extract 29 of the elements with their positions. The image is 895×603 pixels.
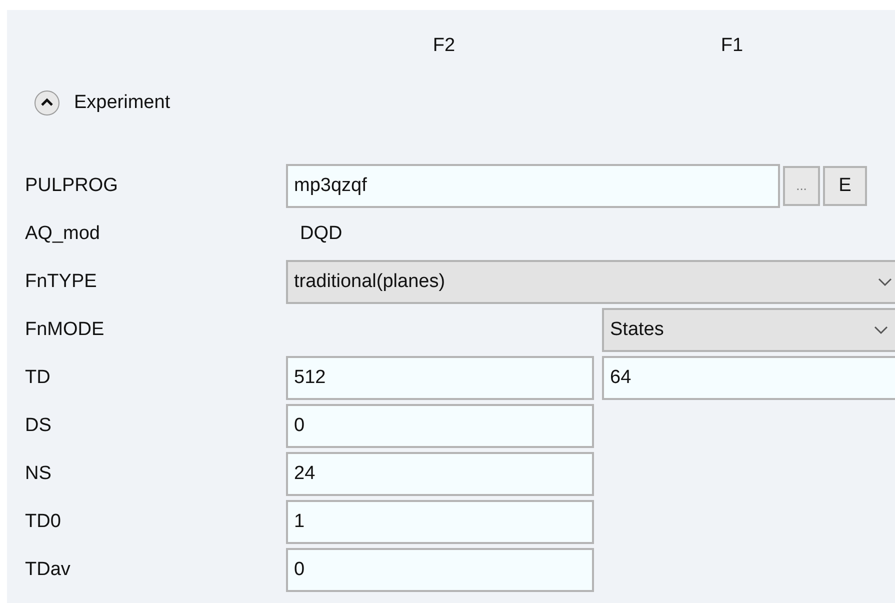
parameter-label: AQ_mod bbox=[24, 222, 101, 246]
parameter-label: FnMODE bbox=[24, 318, 106, 342]
parameter-label: DS bbox=[24, 414, 52, 438]
input-field[interactable]: 0 bbox=[286, 548, 594, 592]
input-field[interactable]: 1 bbox=[286, 500, 594, 544]
input-field[interactable]: mp3qzqf bbox=[286, 164, 780, 208]
input-field[interactable]: 0 bbox=[286, 404, 594, 448]
input-field[interactable]: 24 bbox=[286, 452, 594, 496]
dropdown-value: States bbox=[610, 318, 664, 342]
parameter-label: PULPROG bbox=[24, 174, 119, 198]
section-title: Experiment bbox=[74, 90, 170, 115]
parameter-label: FnTYPE bbox=[24, 270, 98, 294]
column-header: F1 bbox=[720, 34, 744, 58]
chevron-down-icon bbox=[878, 278, 892, 286]
dropdown[interactable]: traditional(planes) bbox=[286, 260, 895, 304]
chevron-down-icon bbox=[874, 326, 888, 334]
button[interactable]: E bbox=[823, 166, 867, 206]
input-field[interactable]: 512 bbox=[286, 356, 594, 400]
dropdown[interactable]: States bbox=[602, 308, 895, 352]
column-header: F2 bbox=[432, 34, 456, 58]
button[interactable]: ... bbox=[783, 166, 820, 206]
parameter-label: NS bbox=[24, 462, 52, 486]
parameter-label: TD0 bbox=[24, 510, 62, 534]
input-field[interactable]: 64 bbox=[602, 356, 895, 400]
parameter-label: TDav bbox=[24, 558, 72, 582]
dropdown-value: traditional(planes) bbox=[294, 270, 446, 294]
parameter-value: DQD bbox=[299, 222, 342, 246]
parameter-label: TD bbox=[24, 366, 52, 390]
collapse-icon[interactable] bbox=[34, 90, 60, 116]
